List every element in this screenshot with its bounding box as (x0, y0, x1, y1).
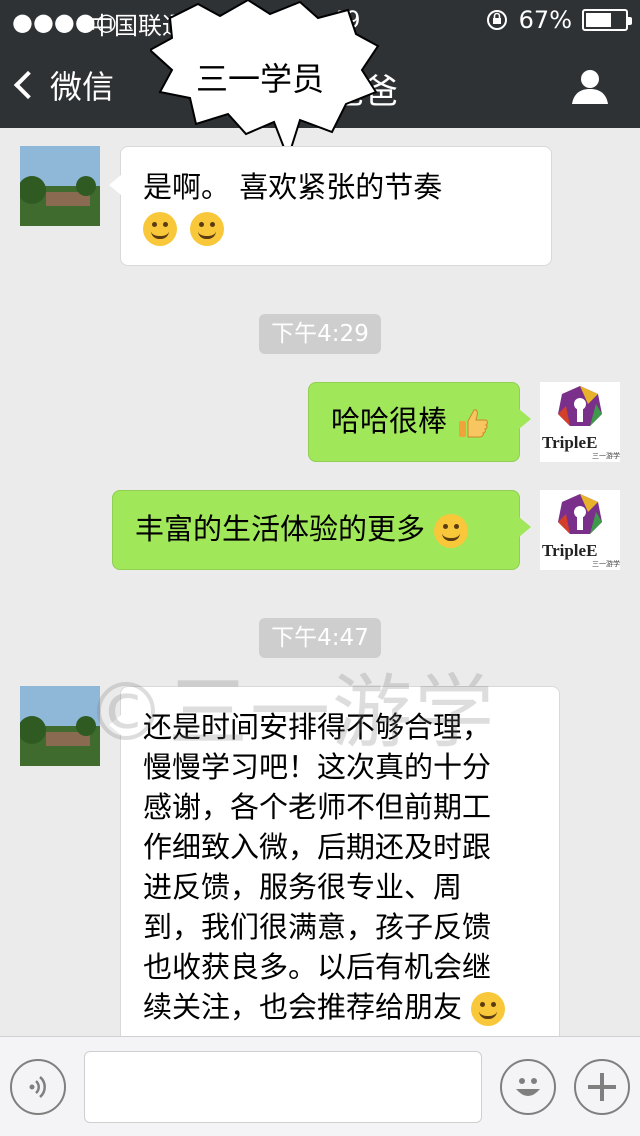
message-input[interactable] (84, 1051, 482, 1123)
more-button[interactable] (574, 1059, 630, 1115)
chevron-left-icon (13, 70, 43, 100)
timestamp: 下午4:29 (259, 314, 381, 354)
grin-emoji-icon (143, 212, 177, 246)
avatar-contact[interactable] (20, 146, 100, 226)
brand-logo-text: TripleE (542, 541, 597, 560)
message-bubble-sent[interactable]: 丰富的生活体验的更多 (112, 490, 531, 570)
message-text: 丰富的生活体验的更多 (135, 512, 426, 546)
grin-emoji-icon (190, 212, 225, 246)
message-line: 到，我们很满意，孩子反馈 (143, 910, 492, 944)
brand-logo-text: TripleE (542, 433, 597, 452)
message-line: 感谢，各个老师不但前期工 (143, 790, 492, 824)
smile-emoji-icon (471, 992, 506, 1026)
watermark: ©三一游学 (86, 666, 496, 759)
message-text: 是啊。 喜欢紧张的节奏 (143, 170, 443, 204)
plus-icon (588, 1073, 616, 1101)
voice-icon (29, 1076, 46, 1098)
thumbs-up-icon (459, 409, 489, 438)
battery-percent: 67% (518, 6, 572, 34)
battery-icon (582, 9, 632, 31)
emoji-button[interactable] (500, 1059, 556, 1115)
message-line: 也收获良多。以后有机会继 (143, 950, 492, 984)
brand-logo-subtext: 三一游学 (592, 451, 620, 460)
status-right: 67% (485, 6, 632, 34)
input-bar (0, 1036, 640, 1136)
message-bubble-received[interactable]: 是啊。 喜欢紧张的节奏 (109, 146, 552, 266)
message-line-last: 续关注，也会推荐给朋友 (143, 987, 537, 1027)
message-line: 续关注，也会推荐给朋友 (143, 990, 463, 1024)
brand-logo-subtext: 三一游学 (592, 559, 620, 568)
message-line: 作细致入微，后期还及时跟 (143, 830, 492, 864)
chat-area[interactable]: 是啊。 喜欢紧张的节奏 下午4:29 哈哈很棒 TripleE 三一游学 丰富的… (0, 128, 640, 1036)
shy-emoji-icon (434, 514, 469, 548)
profile-icon[interactable] (570, 66, 610, 106)
back-button[interactable]: 微信 (13, 62, 115, 108)
emoji-row (143, 207, 529, 247)
avatar-self[interactable]: TripleE 三一游学 (540, 490, 620, 570)
speech-bubble-text: 三一学员 (196, 60, 325, 98)
rotation-lock-icon (486, 10, 507, 30)
battery-level (586, 13, 611, 27)
message-bubble-sent[interactable]: 哈哈很棒 (308, 382, 531, 462)
smiley-icon (516, 1078, 540, 1096)
back-label: 微信 (50, 68, 115, 106)
voice-button[interactable] (10, 1059, 66, 1115)
avatar-self[interactable]: TripleE 三一游学 (540, 382, 620, 462)
message-line: 进反馈，服务很专业、周 (143, 870, 463, 904)
message-text: 哈哈很棒 (331, 404, 448, 438)
